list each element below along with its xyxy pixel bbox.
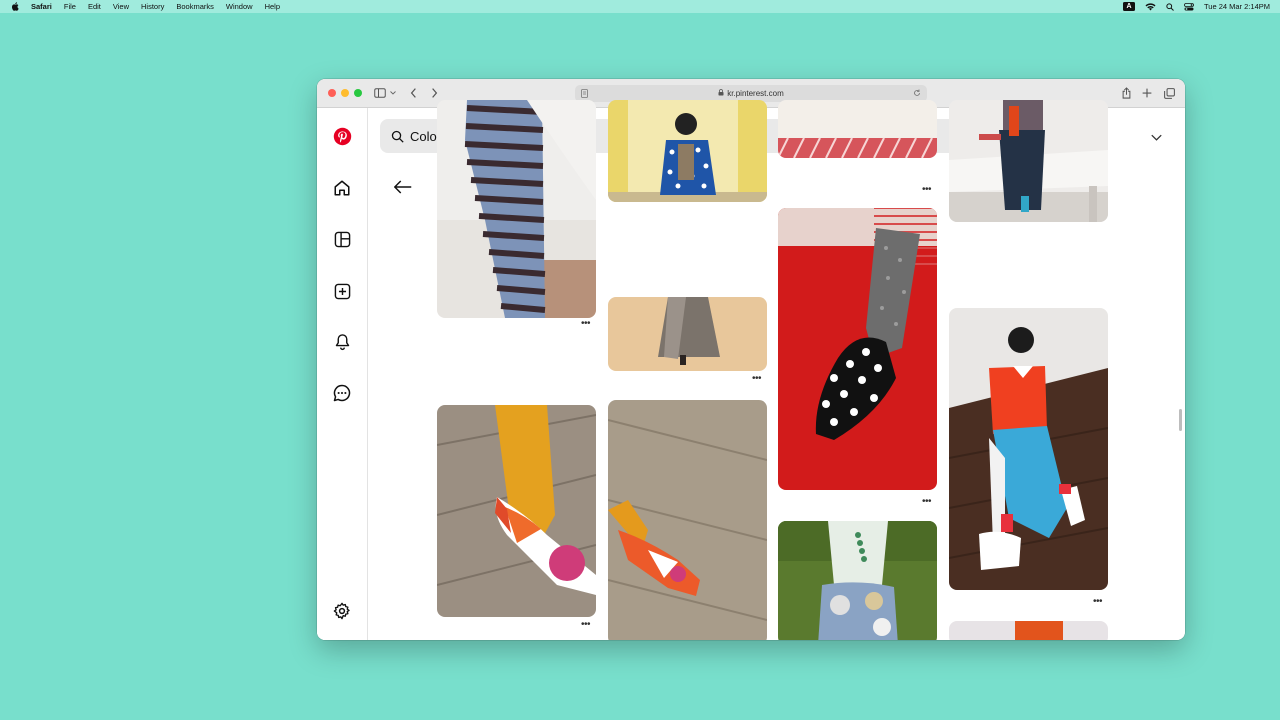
- spotlight-search-icon[interactable]: [1166, 2, 1174, 11]
- menu-bookmarks[interactable]: Bookmarks: [176, 2, 214, 11]
- minimize-window-button[interactable]: [341, 89, 349, 97]
- pin-grey-skirt[interactable]: [608, 297, 767, 371]
- close-window-button[interactable]: [328, 89, 336, 97]
- menubar-status-area: A Tue 24 Mar 2:14PM: [1122, 0, 1270, 13]
- pin-polka-blouse[interactable]: [608, 100, 767, 202]
- page-menu-icon[interactable]: [581, 89, 588, 100]
- wifi-icon[interactable]: [1145, 2, 1156, 11]
- traffic-lights: [328, 89, 362, 97]
- pin-more-options-icon[interactable]: •••: [1093, 597, 1103, 607]
- pin-orange-flat-shoe[interactable]: [608, 400, 767, 640]
- pin-more-options-icon[interactable]: •••: [922, 185, 932, 195]
- home-icon[interactable]: [332, 178, 352, 198]
- menubar-clock[interactable]: Tue 24 Mar 2:14PM: [1204, 2, 1270, 11]
- messages-icon[interactable]: [332, 383, 352, 403]
- menu-safari[interactable]: Safari: [31, 2, 52, 11]
- settings-icon[interactable]: [332, 601, 352, 621]
- sidebar-toggle-icon[interactable]: [373, 87, 387, 99]
- pin-red-stripe-top[interactable]: [778, 100, 937, 158]
- pin-striped-tights[interactable]: [437, 100, 596, 318]
- back-arrow-icon[interactable]: [393, 178, 413, 196]
- forward-nav-icon[interactable]: [427, 87, 441, 99]
- pin-orange-partial[interactable]: [949, 621, 1108, 640]
- input-source-badge[interactable]: A: [1122, 2, 1135, 11]
- account-menu-chevron-icon[interactable]: [1149, 130, 1163, 144]
- menu-view[interactable]: View: [113, 2, 129, 11]
- safari-window: kr.pinterest.com Color Styling ••• ••• •…: [317, 79, 1185, 640]
- reload-icon[interactable]: [913, 89, 921, 99]
- board-icon[interactable]: [332, 229, 352, 249]
- menu-edit[interactable]: Edit: [88, 2, 101, 11]
- menu-file[interactable]: File: [64, 2, 76, 11]
- back-nav-icon[interactable]: [406, 87, 420, 99]
- page-scrollbar[interactable]: [1179, 409, 1182, 431]
- pin-red-top-blue-skirt[interactable]: [949, 308, 1108, 590]
- pin-garden-tray[interactable]: [778, 521, 937, 640]
- pinterest-sidebar: [317, 108, 368, 640]
- create-icon[interactable]: [332, 281, 352, 301]
- new-tab-icon[interactable]: [1140, 87, 1154, 99]
- notifications-icon[interactable]: [332, 332, 352, 352]
- pin-more-options-icon[interactable]: •••: [922, 497, 932, 507]
- pin-yellow-tights-shoe[interactable]: [437, 405, 596, 617]
- pin-more-options-icon[interactable]: •••: [752, 374, 762, 384]
- sidebar-menu-chevron-icon[interactable]: [388, 87, 397, 99]
- pin-bench-outfit[interactable]: [949, 100, 1108, 222]
- menu-help[interactable]: Help: [265, 2, 280, 11]
- control-center-icon[interactable]: [1184, 2, 1194, 11]
- zoom-window-button[interactable]: [354, 89, 362, 97]
- menu-history[interactable]: History: [141, 2, 164, 11]
- pinterest-logo-icon[interactable]: [332, 126, 352, 146]
- lock-icon: [718, 89, 724, 98]
- apple-menu-icon[interactable]: [11, 2, 21, 12]
- pin-more-options-icon[interactable]: •••: [581, 319, 591, 329]
- search-icon: [391, 130, 404, 143]
- pin-polka-shoe-red-carpet[interactable]: [778, 208, 937, 490]
- tab-overview-icon[interactable]: [1162, 87, 1176, 99]
- pinterest-page: ••• ••• •••: [317, 100, 1185, 640]
- share-icon[interactable]: [1119, 87, 1133, 99]
- address-url: kr.pinterest.com: [727, 89, 784, 98]
- menu-window[interactable]: Window: [226, 2, 253, 11]
- pin-more-options-icon[interactable]: •••: [581, 620, 591, 630]
- macos-menubar: Safari File Edit View History Bookmarks …: [0, 0, 1280, 13]
